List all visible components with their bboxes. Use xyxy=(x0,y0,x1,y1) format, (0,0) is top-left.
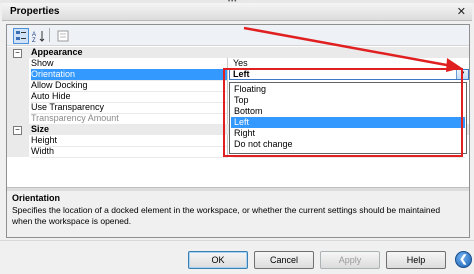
arrow-head-icon xyxy=(446,58,462,72)
apply-button[interactable]: Apply xyxy=(320,251,380,269)
back-arrow-icon[interactable]: ❮ xyxy=(455,251,472,268)
arrow-shaft xyxy=(243,26,453,68)
help-button[interactable]: Help xyxy=(386,251,446,269)
annotation-arrow xyxy=(243,26,462,72)
dialog-button-bar: OK Cancel Apply Help ❮ xyxy=(0,240,474,274)
ok-button[interactable]: OK xyxy=(188,251,248,269)
cancel-button[interactable]: Cancel xyxy=(254,251,314,269)
